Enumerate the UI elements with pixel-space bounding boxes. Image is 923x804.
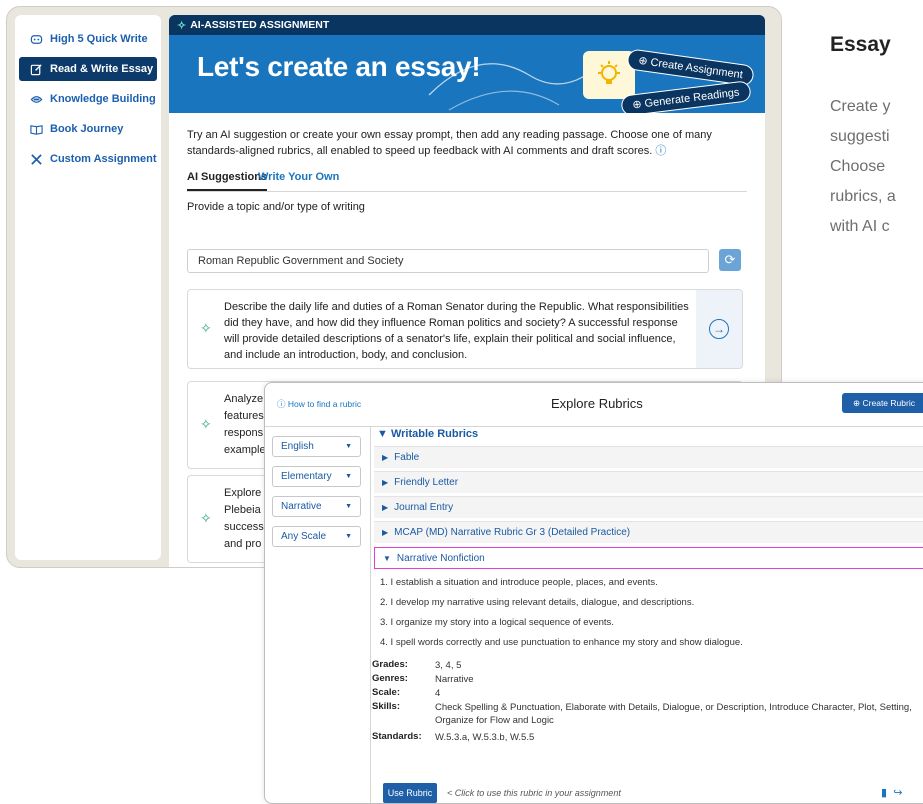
grades-label: Grades:	[372, 659, 408, 670]
sidebar-item-quick-write[interactable]: High 5 Quick Write	[19, 27, 157, 51]
criterion: 1. I establish a situation and introduce…	[380, 577, 658, 588]
tools-icon	[29, 152, 43, 166]
caret-right-icon: ▶	[382, 453, 389, 462]
genres-label: Genres:	[372, 673, 408, 684]
level-select[interactable]: Elementary ▼	[272, 466, 361, 487]
topic-input[interactable]: Roman Republic Government and Society	[187, 249, 709, 273]
sidebar-item-label: Book Journey	[50, 123, 124, 135]
question-icon: ⓘ	[277, 399, 286, 409]
skills-label: Skills:	[372, 701, 400, 712]
use-rubric-button[interactable]: Use Rubric	[383, 783, 437, 803]
topic-label: Provide a topic and/or type of writing	[187, 201, 365, 213]
rubric-item[interactable]: ▶ Fable	[374, 446, 923, 468]
generate-readings-button[interactable]: ⊕ Generate Readings	[620, 80, 752, 113]
select-suggestion-button[interactable]: →	[696, 290, 742, 368]
scale-label: Scale:	[372, 687, 400, 698]
scale-value: 4	[435, 688, 441, 699]
sidebar-item-read-write-essay[interactable]: Read & Write Essay	[19, 57, 157, 81]
filter-panel: English ▼ Elementary ▼ Narrative ▼ Any Scal…	[265, 427, 371, 803]
criterion: 3. I organize my story into a logical se…	[380, 617, 614, 628]
section-description: Create y suggesti Choose rubrics, a with…	[830, 98, 896, 235]
caret-right-icon: ▶	[382, 528, 389, 537]
create-rubric-button[interactable]: ⊕ Create Rubric	[842, 393, 923, 413]
sidebar-item-label: Custom Assignment	[50, 153, 157, 165]
skills-value: Check Spelling & Punctuation, Elaborate …	[435, 702, 912, 726]
modal-title: Explore Rubrics	[551, 396, 643, 411]
sidebar-item-label: High 5 Quick Write	[50, 33, 148, 45]
arrow-right-icon: →	[709, 319, 729, 339]
page-title: Let's create an essay!	[197, 51, 481, 82]
chevron-down-icon: ▼	[345, 533, 352, 540]
copy-icon[interactable]: ▮	[881, 787, 887, 799]
edit-icon	[29, 62, 43, 76]
tab-write-your-own[interactable]: Write Your Own	[258, 171, 339, 183]
info-icon[interactable]: ⓘ	[655, 145, 666, 157]
quick-write-icon	[29, 32, 43, 46]
sidebar-item-knowledge-building[interactable]: Knowledge Building	[19, 87, 157, 111]
caret-down-icon: ▼	[377, 428, 388, 440]
explore-rubrics-modal: ⓘ How to find a rubric Explore Rubrics ⊕…	[264, 382, 923, 804]
sparkle-icon: ✧	[200, 510, 212, 526]
use-rubric-hint: < Click to use this rubric in your assig…	[447, 788, 621, 798]
rubric-list: ▼ Writable Rubrics ▶ Fable ▶ Friendly Lett…	[372, 427, 923, 761]
share-icon[interactable]: ↪	[893, 787, 902, 799]
chevron-down-icon: ▼	[345, 443, 352, 450]
book-icon	[29, 122, 43, 136]
sidebar-item-book-journey[interactable]: Book Journey	[19, 117, 157, 141]
suggestion-card[interactable]: ✧ Describe the daily life and duties of …	[187, 289, 743, 369]
rubric-item-expanded[interactable]: ▼ Narrative Nonfiction	[374, 547, 923, 569]
hero-banner: ✧ AI-ASSISTED ASSIGNMENT Let's create an…	[169, 15, 765, 113]
caret-right-icon: ▶	[382, 478, 389, 487]
knowledge-icon	[29, 92, 43, 106]
sidebar-item-custom-assignment[interactable]: Custom Assignment	[19, 147, 157, 171]
sparkle-icon: ✧	[200, 320, 212, 336]
help-link[interactable]: ⓘ How to find a rubric	[277, 398, 361, 410]
sidebar-item-label: Read & Write Essay	[50, 63, 154, 75]
caret-right-icon: ▶	[382, 503, 389, 512]
language-select[interactable]: English ▼	[272, 436, 361, 457]
rubric-item[interactable]: ▶ Friendly Letter	[374, 471, 923, 493]
sparkle-icon: ✧	[200, 416, 212, 432]
section-heading: Essay	[830, 33, 891, 56]
sparkle-icon: ✧	[177, 19, 187, 32]
tab-ai-suggestions[interactable]: AI Suggestions	[187, 171, 268, 191]
modal-footer: Use Rubric < Click to use this rubric in…	[265, 773, 923, 803]
rubric-item[interactable]: ▶ Journal Entry	[374, 496, 923, 518]
intro-text: Try an AI suggestion or create your own …	[187, 129, 712, 157]
grades-value: 3, 4, 5	[435, 660, 462, 671]
genre-select[interactable]: Narrative ▼	[272, 496, 361, 517]
standards-value: W.5.3.a, W.5.3.b, W.5.5	[435, 732, 535, 743]
scale-select[interactable]: Any Scale ▼	[272, 526, 361, 547]
ai-badge: ✧ AI-ASSISTED ASSIGNMENT	[169, 15, 765, 35]
chevron-down-icon: ▼	[345, 473, 352, 480]
sidebar-item-label: Knowledge Building	[50, 93, 156, 105]
criterion: 4. I spell words correctly and use punct…	[380, 637, 743, 648]
modal-header: ⓘ How to find a rubric Explore Rubrics ⊕…	[265, 383, 923, 427]
criterion: 2. I develop my narrative using relevant…	[380, 597, 695, 608]
writable-rubrics-header[interactable]: ▼ Writable Rubrics	[377, 428, 478, 440]
sidebar: High 5 Quick Write Read & Write Essay Kn…	[15, 15, 161, 560]
standards-label: Standards:	[372, 731, 422, 742]
tab-bar: AI Suggestions Write Your Own	[187, 167, 747, 192]
refresh-suggestions-button[interactable]: ⟳	[719, 249, 741, 271]
chevron-down-icon: ▼	[345, 503, 352, 510]
genres-value: Narrative	[435, 674, 474, 685]
rubric-item[interactable]: ▶ MCAP (MD) Narrative Rubric Gr 3 (Detail…	[374, 521, 923, 543]
caret-down-icon: ▼	[383, 553, 391, 563]
